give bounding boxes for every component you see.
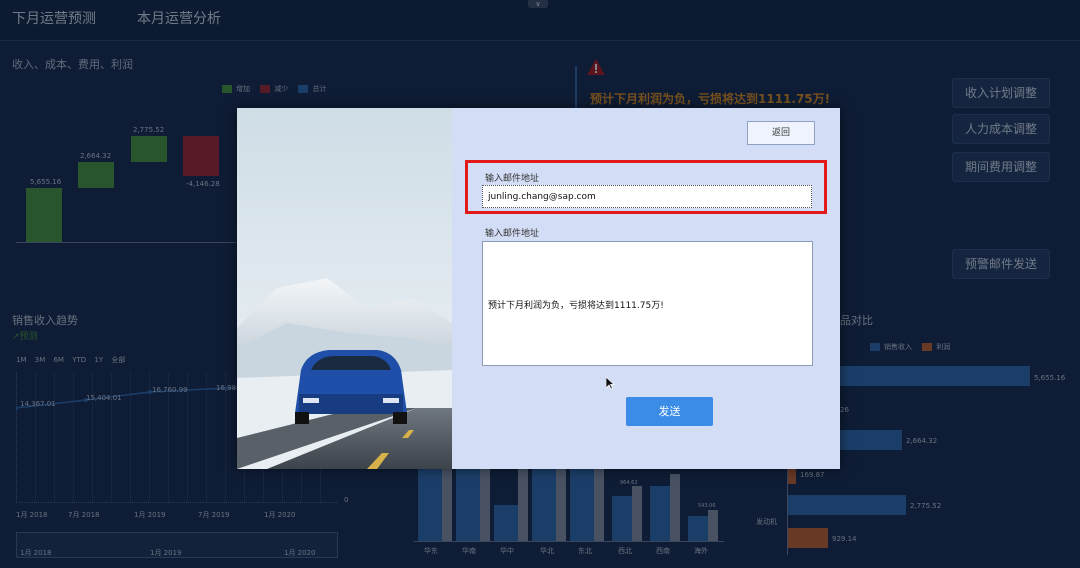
message-textarea[interactable]: 预计下月利润为负，亏损将达到1111.75万! — [482, 241, 813, 366]
mouse-cursor-icon — [605, 375, 615, 394]
email-field[interactable]: junling.chang@sap.com — [482, 185, 812, 208]
car-photo — [237, 108, 452, 469]
message-text: 预计下月利润为负，亏损将达到1111.75万! — [488, 301, 664, 311]
email-field-label: 输入邮件地址 — [485, 174, 540, 184]
send-button[interactable]: 发送 — [626, 397, 713, 426]
email-modal: 返回 输入邮件地址 junling.chang@sap.com 输入邮件地址 预… — [237, 108, 840, 469]
back-button[interactable]: 返回 — [747, 121, 815, 145]
message-field-label: 输入邮件地址 — [485, 229, 540, 239]
